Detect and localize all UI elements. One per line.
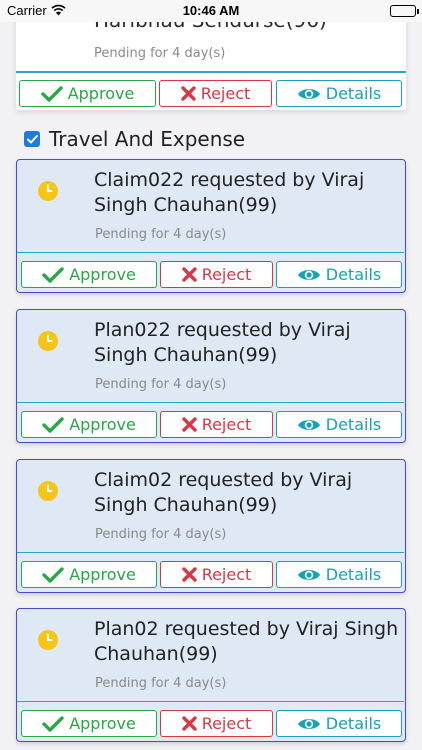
clock-icon <box>38 630 58 650</box>
reject-button[interactable]: Reject <box>160 710 273 737</box>
check-icon <box>42 416 64 433</box>
x-icon <box>181 267 197 282</box>
pending-label: Pending for 4 day(s) <box>94 46 226 61</box>
card-divider <box>17 552 404 553</box>
battery-icon <box>390 5 419 17</box>
eye-icon <box>297 718 320 729</box>
section-title: Travel And Expense <box>49 127 246 151</box>
request-title: Claim022 requested by Viraj Singh Chauha… <box>94 169 365 216</box>
x-icon <box>181 417 197 432</box>
approve-button[interactable]: Approve <box>19 80 156 107</box>
pending-label: Pending for 4 day(s) <box>95 227 227 242</box>
approve-button[interactable]: Approve <box>21 261 157 288</box>
check-icon <box>42 266 64 283</box>
eye-icon <box>297 88 320 99</box>
pending-label: Pending for 4 day(s) <box>95 676 227 691</box>
clock-time: 10:46 AM <box>182 3 240 18</box>
card-divider <box>16 71 406 73</box>
request-card: Plan022 requested by Viraj Singh Chauhan… <box>16 309 406 443</box>
x-icon <box>180 86 196 101</box>
section-header: Travel And Expense <box>24 126 245 152</box>
details-label: Details <box>325 714 382 733</box>
reject-button[interactable]: Reject <box>160 411 273 438</box>
reject-label: Reject <box>200 84 251 103</box>
status-bar: Carrier 10:46 AM <box>0 0 422 22</box>
approve-label: Approve <box>69 265 136 284</box>
x-icon <box>181 567 197 582</box>
reject-button[interactable]: Reject <box>160 261 273 288</box>
reject-label: Reject <box>201 565 252 584</box>
pending-label: Pending for 4 day(s) <box>95 527 227 542</box>
request-title: Plan022 requested by Viraj Singh Chauhan… <box>94 319 351 366</box>
reject-button[interactable]: Reject <box>159 80 272 107</box>
check-icon <box>42 715 64 732</box>
pending-label: Pending for 4 day(s) <box>95 377 227 392</box>
checkmark-icon <box>26 134 38 143</box>
approve-button[interactable]: Approve <box>21 561 157 588</box>
reject-label: Reject <box>201 714 252 733</box>
details-label: Details <box>325 265 382 284</box>
clock-icon <box>38 481 58 501</box>
clock-icon <box>38 181 58 201</box>
approve-button[interactable]: Approve <box>21 710 157 737</box>
request-title: Claim02 requested by Viraj Singh Chauhan… <box>94 469 353 516</box>
clock-icon <box>38 331 58 351</box>
request-card: Plan02 requested by Viraj Singh Chauhan(… <box>16 608 406 742</box>
reject-label: Reject <box>201 415 252 434</box>
approve-label: Approve <box>67 84 135 103</box>
check-icon <box>41 85 63 102</box>
eye-icon <box>297 419 320 430</box>
details-label: Details <box>325 84 382 103</box>
details-label: Details <box>325 565 382 584</box>
eye-icon <box>297 269 320 280</box>
details-button[interactable]: Details <box>276 710 402 737</box>
card-divider <box>17 252 404 253</box>
card-divider <box>17 701 404 702</box>
request-card: Claim02 requested by Viraj Singh Chauhan… <box>16 459 406 593</box>
details-button[interactable]: Details <box>276 561 402 588</box>
details-button[interactable]: Details <box>276 411 402 438</box>
eye-icon <box>297 569 320 580</box>
details-button[interactable]: Details <box>276 80 402 107</box>
details-button[interactable]: Details <box>276 261 402 288</box>
request-title: Plan02 requested by Viraj Singh Chauhan(… <box>94 618 399 665</box>
card-divider <box>17 402 404 403</box>
check-icon <box>42 566 64 583</box>
reject-button[interactable]: Reject <box>160 561 273 588</box>
approve-label: Approve <box>69 415 136 434</box>
request-card: Claim022 requested by Viraj Singh Chauha… <box>16 159 406 293</box>
approve-button[interactable]: Approve <box>21 411 157 438</box>
details-label: Details <box>325 415 382 434</box>
x-icon <box>181 716 197 731</box>
section-checkbox[interactable] <box>24 131 40 147</box>
approve-label: Approve <box>69 714 136 733</box>
reject-label: Reject <box>201 265 252 284</box>
approve-label: Approve <box>69 565 136 584</box>
